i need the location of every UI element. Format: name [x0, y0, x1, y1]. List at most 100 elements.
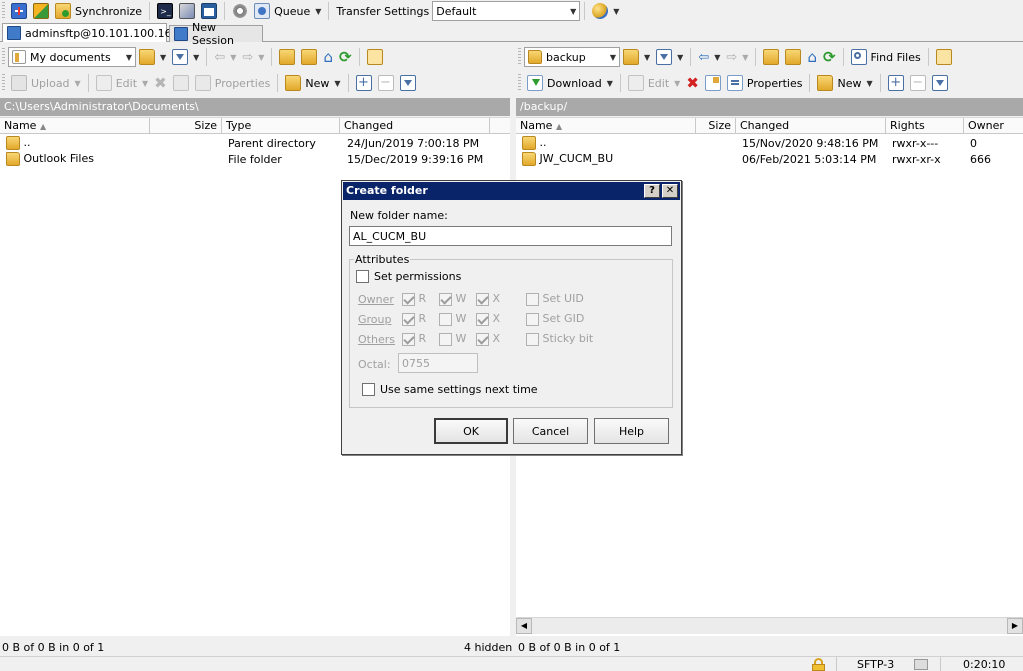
- synchronize-button[interactable]: Synchronize: [52, 0, 145, 22]
- local-col-type[interactable]: Type: [222, 118, 340, 134]
- new-label: New: [837, 76, 862, 90]
- local-parent-directory-button[interactable]: [276, 46, 298, 68]
- remote-refresh-button[interactable]: ⟳: [820, 46, 839, 68]
- table-row[interactable]: .. Parent directory 24/Jun/2019 7:00:18 …: [0, 135, 510, 151]
- remote-properties-button[interactable]: Properties: [724, 72, 806, 94]
- create-folder-dialog: Create folder ? ✕ New folder name: Attri…: [341, 180, 682, 455]
- same-settings-checkbox[interactable]: Use same settings next time: [362, 383, 538, 396]
- local-col-changed[interactable]: Changed: [340, 118, 490, 134]
- chevron-down-icon: ▼: [193, 52, 200, 62]
- set-gid-label: Set GID: [542, 312, 585, 325]
- tab-session-adminsftp[interactable]: adminsftp@10.101.100.164: [2, 23, 179, 42]
- help-button[interactable]: Help: [594, 418, 669, 444]
- remote-back-button[interactable]: ⇦ ▼: [695, 46, 723, 68]
- remote-home-button[interactable]: ⌂: [804, 46, 820, 68]
- remote-delete-button[interactable]: ✖: [683, 72, 702, 94]
- remote-col-owner[interactable]: Owner: [964, 118, 1023, 134]
- toolbar-grip[interactable]: [518, 48, 521, 66]
- remote-horizontal-scrollbar[interactable]: ◀ ▶: [516, 617, 1023, 634]
- local-edit-button[interactable]: Edit ▼: [93, 72, 151, 94]
- scroll-left-icon[interactable]: ◀: [516, 618, 532, 634]
- remote-rename-button[interactable]: [702, 72, 724, 94]
- new-folder-name-input[interactable]: [349, 226, 672, 246]
- set-permissions-checkbox[interactable]: Set permissions: [356, 270, 461, 283]
- queue-button[interactable]: Queue ▼: [251, 0, 324, 22]
- find-files-button[interactable]: Find Files: [848, 46, 924, 68]
- ok-button[interactable]: OK: [434, 418, 508, 444]
- file-changed: 06/Feb/2021 5:03:14 PM: [742, 152, 877, 166]
- remote-nav-toolbar: backup ▼ ▼ ▼ ⇦ ▼ ⇨ ▼ ⌂ ⟳ Find Files: [516, 45, 1023, 69]
- remote-col-rights[interactable]: Rights: [886, 118, 964, 134]
- tab-new-session[interactable]: New Session: [169, 21, 263, 47]
- remote-new-button[interactable]: New ▼: [814, 72, 875, 94]
- monitor-icon: [7, 26, 21, 40]
- remote-col-size[interactable]: Size: [696, 118, 736, 134]
- local-filter-button[interactable]: ▼: [169, 46, 202, 68]
- local-hidden-count[interactable]: 4 hidden: [464, 641, 512, 654]
- checkbox[interactable]: [356, 270, 369, 283]
- local-nav-toolbar: My documents ▼ ▼ ▼ ⇦ ▼ ⇨ ▼ ⌂ ⟳: [0, 45, 512, 69]
- parent-directory-icon: [522, 136, 536, 150]
- remote-col-name[interactable]: Name ▲: [516, 118, 696, 134]
- home-icon: ⌂: [807, 48, 817, 66]
- local-home-button[interactable]: ⌂: [320, 46, 336, 68]
- table-row[interactable]: Outlook Files File folder 15/Dec/2019 9:…: [0, 151, 510, 167]
- remote-select-all-button[interactable]: [929, 72, 951, 94]
- download-button[interactable]: Download ▼: [524, 72, 616, 94]
- local-path-bar[interactable]: C:\Users\Administrator\Documents\: [0, 98, 510, 116]
- remote-parent-directory-button[interactable]: [760, 46, 782, 68]
- octal-input[interactable]: [398, 353, 478, 373]
- compare-directories-button[interactable]: [8, 0, 30, 22]
- table-row[interactable]: JW_CUCM_BU 06/Feb/2021 5:03:14 PM rwxr-x…: [516, 151, 1023, 167]
- transfer-settings-menu-button[interactable]: ▼: [589, 0, 622, 22]
- remote-col-changed[interactable]: Changed: [736, 118, 886, 134]
- local-select-all-button[interactable]: [397, 72, 419, 94]
- local-tree-button[interactable]: [364, 46, 386, 68]
- toolbar-grip[interactable]: [2, 74, 5, 92]
- toolbar-grip[interactable]: [2, 48, 5, 66]
- local-col-size[interactable]: Size: [150, 118, 222, 134]
- table-row[interactable]: .. 15/Nov/2020 9:48:16 PM rwxr-x--- 0: [516, 135, 1023, 151]
- gear-icon: [232, 3, 249, 19]
- remote-select-files-button[interactable]: +: [885, 72, 907, 94]
- console-button[interactable]: >_: [154, 0, 176, 22]
- remote-edit-button[interactable]: Edit ▼: [625, 72, 683, 94]
- putty-button[interactable]: [176, 0, 198, 22]
- synchronize-browsing-button[interactable]: [30, 0, 52, 22]
- local-unselect-files-button[interactable]: −: [375, 72, 397, 94]
- checkbox[interactable]: [362, 383, 375, 396]
- remote-tree-button[interactable]: [933, 46, 955, 68]
- remote-root-directory-button[interactable]: [782, 46, 804, 68]
- close-icon[interactable]: ✕: [662, 184, 678, 198]
- local-forward-button[interactable]: ⇨ ▼: [239, 46, 267, 68]
- local-location-select[interactable]: My documents ▼: [8, 47, 136, 67]
- preferences-window-button[interactable]: [198, 0, 220, 22]
- local-refresh-button[interactable]: ⟳: [336, 46, 355, 68]
- remote-open-directory-button[interactable]: ▼: [620, 46, 653, 68]
- local-properties-button[interactable]: Properties: [192, 72, 274, 94]
- dialog-title-bar[interactable]: Create folder ? ✕: [343, 182, 680, 200]
- help-icon[interactable]: ?: [644, 184, 660, 198]
- remote-location-select[interactable]: backup ▼: [524, 47, 620, 67]
- remote-forward-button[interactable]: ⇨ ▼: [723, 46, 751, 68]
- local-root-directory-button[interactable]: [298, 46, 320, 68]
- remote-path-bar[interactable]: /backup/: [516, 98, 1023, 116]
- local-select-files-button[interactable]: +: [353, 72, 375, 94]
- preferences-button[interactable]: [229, 0, 251, 22]
- local-new-button[interactable]: New ▼: [282, 72, 343, 94]
- scroll-right-icon[interactable]: ▶: [1007, 618, 1023, 634]
- remote-unselect-files-button[interactable]: −: [907, 72, 929, 94]
- cancel-button[interactable]: Cancel: [513, 418, 588, 444]
- permissions-grid: Owner R W X Set UID Group R W X Set GID …: [358, 292, 594, 346]
- local-back-button[interactable]: ⇦ ▼: [211, 46, 239, 68]
- chevron-down-icon: ▼: [677, 52, 684, 62]
- remote-filter-button[interactable]: ▼: [653, 46, 686, 68]
- toolbar-grip[interactable]: [518, 74, 521, 92]
- local-col-name[interactable]: Name ▲: [0, 118, 150, 134]
- toolbar-grip[interactable]: [2, 2, 5, 20]
- local-open-directory-button[interactable]: ▼: [136, 46, 169, 68]
- local-delete-button[interactable]: ✖: [151, 72, 170, 94]
- local-rename-button[interactable]: [170, 72, 192, 94]
- transfer-settings-select[interactable]: Default ▼: [432, 1, 581, 21]
- upload-button[interactable]: Upload ▼: [8, 72, 84, 94]
